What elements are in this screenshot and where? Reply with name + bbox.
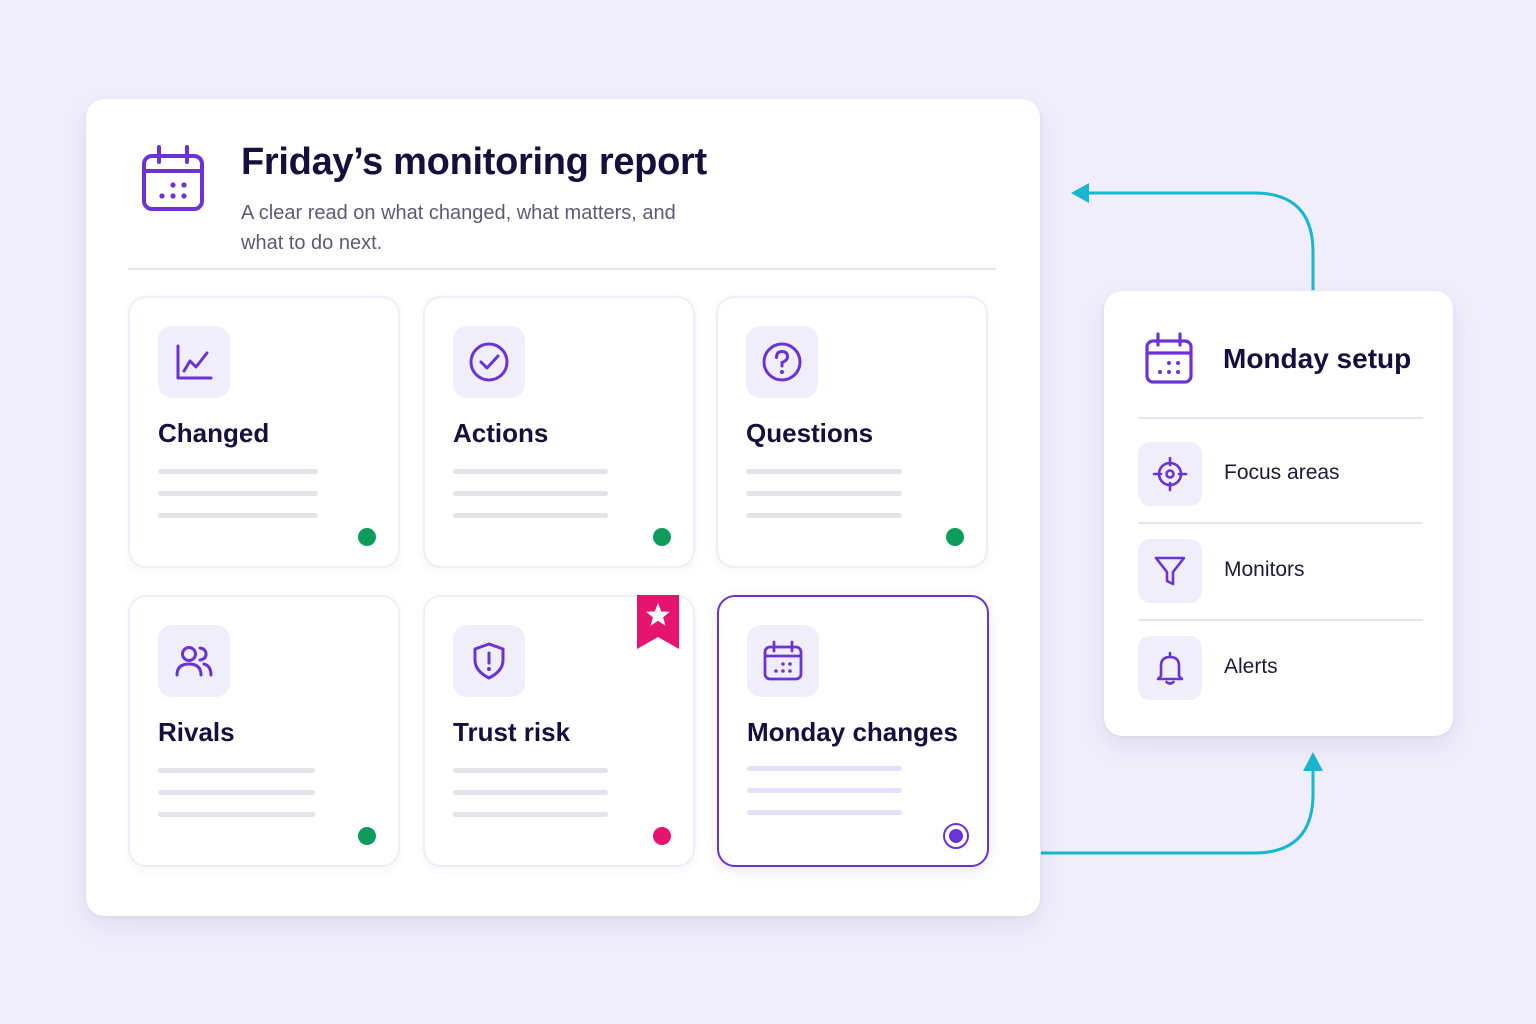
skeleton-line xyxy=(746,513,902,518)
setup-item-alerts[interactable]: Alerts xyxy=(1138,636,1423,702)
check-circle-icon xyxy=(469,342,509,382)
report-title: Friday’s monitoring report xyxy=(241,141,707,183)
arrowhead-left-icon xyxy=(1071,183,1089,203)
setup-item-focus-areas[interactable]: Focus areas xyxy=(1138,442,1423,508)
skeleton-line xyxy=(453,768,608,773)
setup-item-icon-container xyxy=(1138,636,1202,700)
setup-panel: Monday setup Focus areas Monitors Alerts xyxy=(1104,291,1453,736)
tile-icon-container xyxy=(746,326,818,398)
connector-report-to-setup xyxy=(1041,768,1315,855)
tile-icon-container xyxy=(158,625,230,697)
status-dot-green xyxy=(358,528,376,546)
divider xyxy=(128,268,996,270)
line-chart-icon xyxy=(176,344,213,380)
tile-label: Questions xyxy=(746,418,874,448)
skeleton-line xyxy=(158,513,318,518)
tile-rivals[interactable]: Rivals xyxy=(128,595,400,867)
divider xyxy=(1138,417,1423,419)
divider xyxy=(1138,522,1423,524)
setup-title: Monday setup xyxy=(1223,343,1412,374)
status-dot-green xyxy=(946,528,964,546)
skeleton-line xyxy=(453,790,608,795)
arrowhead-up-icon xyxy=(1303,752,1323,771)
bell-icon xyxy=(1156,651,1184,685)
tile-label: Monday changes xyxy=(747,717,958,747)
tile-icon-container xyxy=(747,625,819,697)
skeleton-line xyxy=(747,766,902,771)
selected-radio[interactable] xyxy=(943,823,969,849)
skeleton-line xyxy=(158,790,315,795)
tile-label: Trust risk xyxy=(453,717,571,747)
tile-actions[interactable]: Actions xyxy=(423,296,695,568)
divider xyxy=(1138,619,1423,621)
question-circle-icon xyxy=(762,342,802,382)
skeleton-line xyxy=(158,812,315,817)
setup-item-icon-container xyxy=(1138,442,1202,506)
skeleton-line xyxy=(453,491,608,496)
skeleton-line xyxy=(158,469,318,474)
setup-item-monitors[interactable]: Monitors xyxy=(1138,539,1423,605)
canvas: Friday’s monitoring report A clear read … xyxy=(0,0,1536,1024)
calendar-icon xyxy=(142,145,204,211)
status-dot-pink xyxy=(653,827,671,845)
tile-label: Actions xyxy=(453,418,549,448)
tile-changed[interactable]: Changed xyxy=(128,296,400,568)
setup-item-label: Alerts xyxy=(1224,655,1278,678)
skeleton-line xyxy=(747,788,902,793)
tile-icon-container xyxy=(453,625,525,697)
skeleton-line xyxy=(453,812,608,817)
skeleton-line xyxy=(453,513,608,518)
report-card: Friday’s monitoring report A clear read … xyxy=(86,99,1040,916)
skeleton-line xyxy=(158,491,318,496)
skeleton-line xyxy=(158,768,315,773)
status-dot-green xyxy=(653,528,671,546)
skeleton-line xyxy=(747,810,902,815)
tile-icon-container xyxy=(453,326,525,398)
crosshair-icon xyxy=(1152,456,1188,492)
filter-icon xyxy=(1154,556,1186,586)
setup-item-icon-container xyxy=(1138,539,1202,603)
skeleton-line xyxy=(746,469,902,474)
tile-icon-container xyxy=(158,326,230,398)
tile-trust-risk[interactable]: Trust risk xyxy=(423,595,695,867)
users-icon xyxy=(175,646,213,677)
calendar-icon xyxy=(763,640,803,681)
tile-questions[interactable]: Questions xyxy=(716,296,988,568)
calendar-icon xyxy=(1145,332,1193,384)
tile-monday-changes[interactable]: Monday changes xyxy=(717,595,989,867)
status-dot-green xyxy=(358,827,376,845)
report-subtitle: A clear read on what changed, what matte… xyxy=(241,202,676,254)
tile-label: Changed xyxy=(158,418,270,448)
skeleton-line xyxy=(746,491,902,496)
shield-alert-icon xyxy=(473,642,505,680)
setup-item-label: Focus areas xyxy=(1224,461,1340,484)
star-ribbon-icon xyxy=(637,595,679,649)
setup-item-label: Monitors xyxy=(1224,558,1305,581)
tile-label: Rivals xyxy=(158,717,235,747)
skeleton-line xyxy=(453,469,608,474)
connector-setup-to-report xyxy=(1084,191,1315,290)
